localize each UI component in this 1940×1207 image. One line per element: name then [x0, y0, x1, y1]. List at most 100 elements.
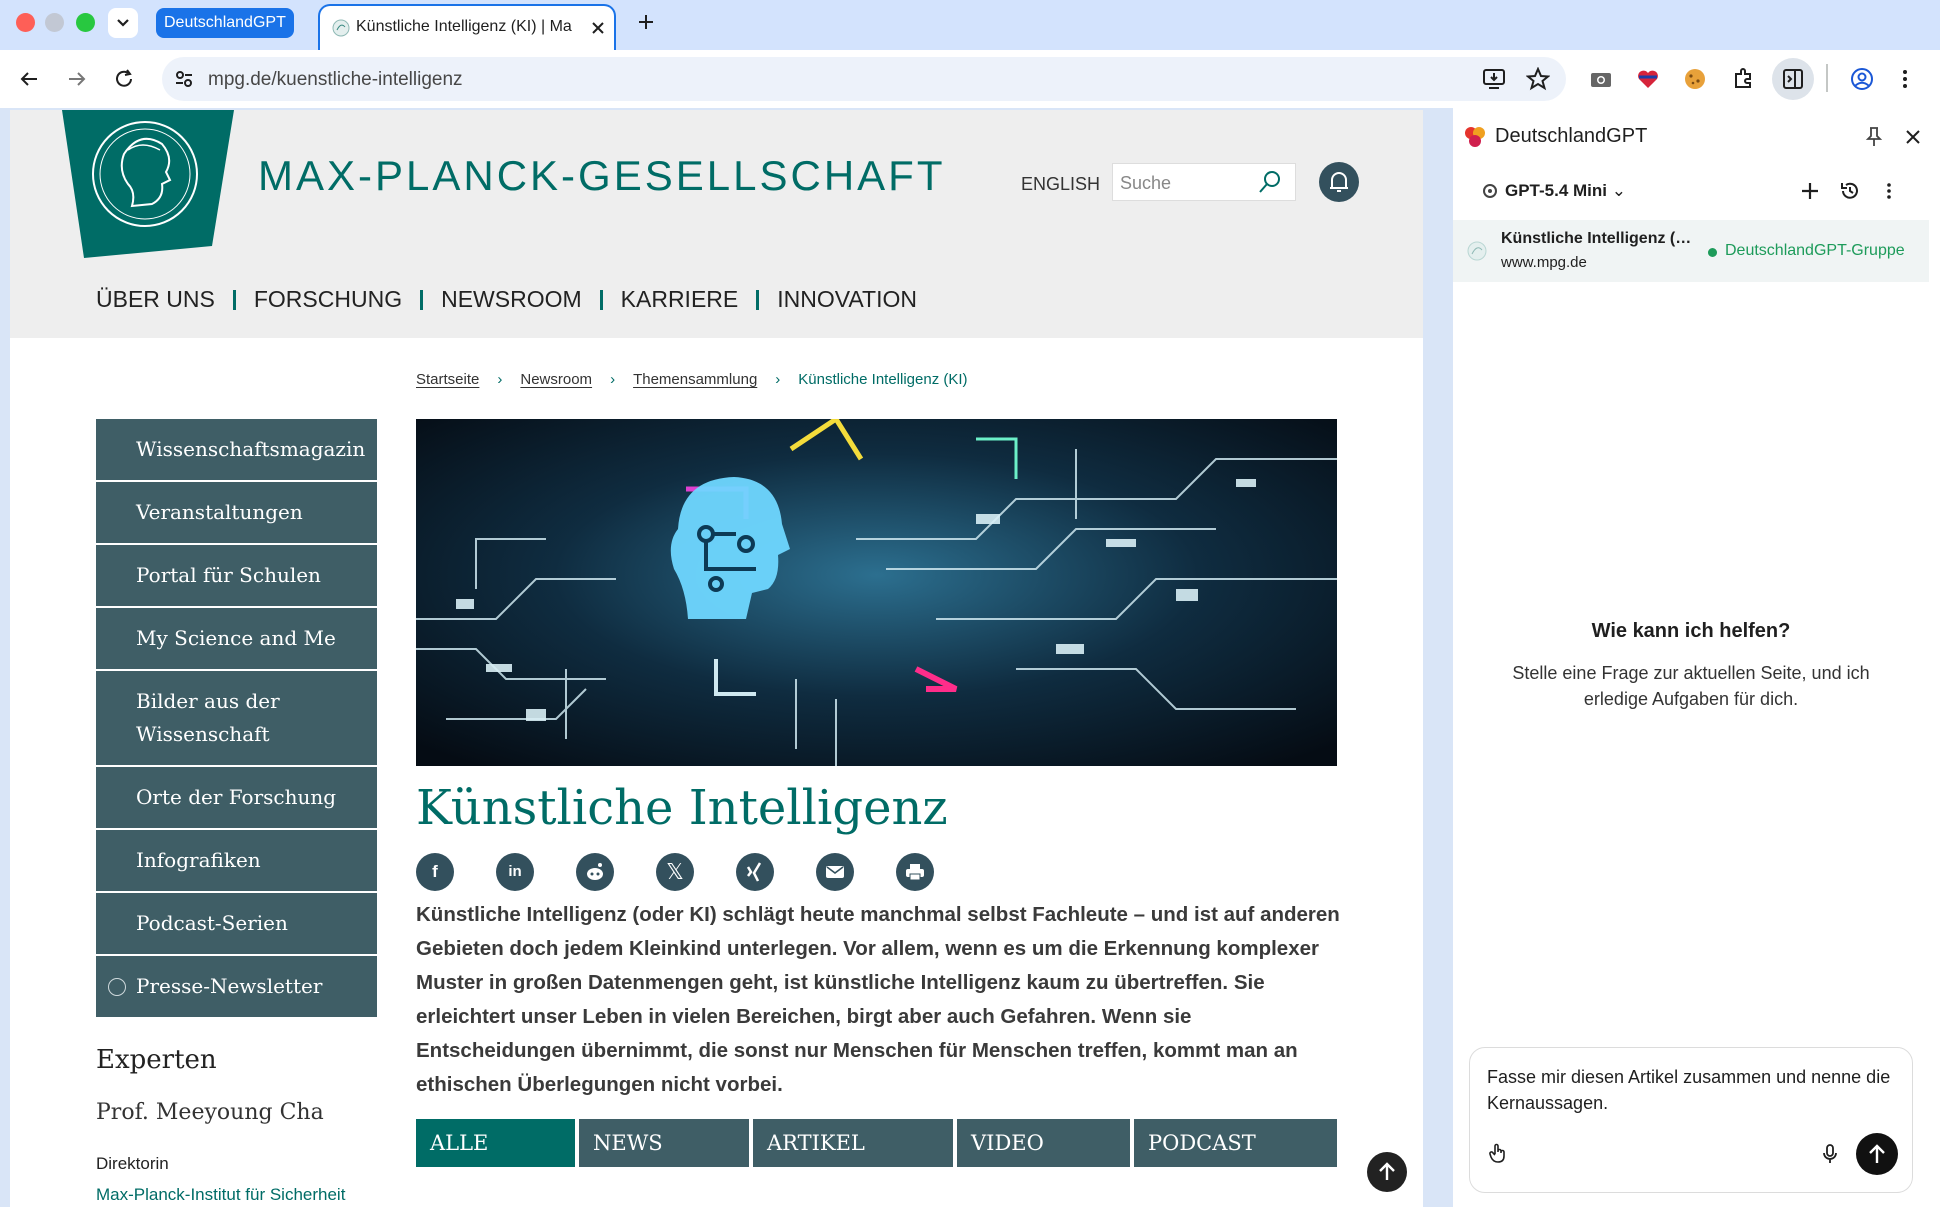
site-settings-icon[interactable] — [174, 69, 194, 89]
bookmark-star-icon[interactable] — [1526, 67, 1550, 91]
heart-extension-icon[interactable] — [1636, 68, 1660, 90]
breadcrumb-newsroom[interactable]: Newsroom — [520, 371, 592, 388]
close-panel-icon[interactable] — [1904, 128, 1922, 146]
sidebar-item-label: Presse-Newsletter — [136, 974, 323, 998]
chevron-down-icon — [117, 19, 129, 27]
browser-tab-strip: DeutschlandGPT Künstliche Intelligenz (K… — [0, 0, 1940, 50]
nav-separator — [232, 290, 236, 310]
notification-bell-button[interactable] — [1319, 162, 1359, 202]
sidebar-item-infografiken[interactable]: Infografiken — [96, 830, 377, 891]
breadcrumb-startseite[interactable]: Startseite — [416, 371, 479, 388]
arrow-up-icon — [1869, 1144, 1885, 1163]
mail-share-button[interactable] — [816, 853, 854, 891]
chevron-down-icon: ⌄ — [1611, 181, 1627, 200]
mpg-favicon-icon — [332, 19, 350, 37]
microphone-icon[interactable] — [1822, 1143, 1838, 1165]
linkedin-share-button[interactable]: in — [496, 853, 534, 891]
reddit-icon — [587, 863, 603, 880]
main-navigation: ÜBER UNS FORSCHUNG NEWSROOM KARRIERE INNOVAT… — [96, 286, 917, 313]
hand-pointer-icon[interactable] — [1488, 1142, 1508, 1164]
send-button[interactable] — [1856, 1133, 1898, 1175]
sidebar-item-portal-schulen[interactable]: Portal für Schulen — [96, 545, 377, 606]
arrow-up-icon — [1379, 1162, 1395, 1180]
help-subtitle: Stelle eine Frage zur aktuellen Seite, u… — [1512, 663, 1870, 709]
external-link-icon — [108, 978, 126, 996]
scroll-to-top-button[interactable] — [1367, 1152, 1407, 1192]
sidebar-item-bilder[interactable]: Bilder aus der Wissenschaft — [96, 671, 377, 765]
nav-item-karriere[interactable]: KARRIERE — [621, 286, 739, 312]
ai-head-circuit-image — [416, 419, 1337, 766]
filter-tab-artikel[interactable]: ARTIKEL — [753, 1119, 953, 1167]
url-path: /kuenstliche-intelligenz — [271, 69, 463, 90]
browser-toolbar: mpg.de/kuenstliche-intelligenz — [0, 50, 1940, 108]
pin-icon[interactable] — [1865, 126, 1883, 148]
cookie-extension-icon[interactable] — [1684, 68, 1706, 90]
nav-item-newsroom[interactable]: NEWSROOM — [441, 286, 582, 312]
sidebar-menu: Wissenschaftsmagazin Veranstaltungen Por… — [96, 419, 377, 1019]
profile-avatar-icon[interactable] — [1850, 67, 1874, 91]
assistant-side-panel: DeutschlandGPT GPT-5.4 Mini ⌄ Künstliche… — [1453, 108, 1940, 1207]
forward-arrow-icon[interactable] — [66, 68, 88, 90]
nav-item-forschung[interactable]: FORSCHUNG — [254, 286, 402, 312]
chat-input-box[interactable]: Fasse mir diesen Artikel zusammen und ne… — [1469, 1047, 1913, 1193]
filter-tab-alle[interactable]: ALLE — [416, 1119, 575, 1167]
search-icon[interactable] — [1257, 169, 1283, 195]
sidebar-item-podcast[interactable]: Podcast-Serien — [96, 893, 377, 954]
camera-extension-icon[interactable] — [1590, 69, 1612, 89]
model-selector[interactable]: GPT-5.4 Mini ⌄ — [1505, 181, 1626, 201]
side-panel-icon — [1783, 69, 1803, 89]
tab-search-button[interactable] — [108, 8, 138, 38]
filter-tab-news[interactable]: NEWS — [579, 1119, 749, 1167]
nav-item-innovation[interactable]: INNOVATION — [777, 286, 917, 312]
print-button[interactable] — [896, 853, 934, 891]
breadcrumb-themensammlung[interactable]: Themensammlung — [633, 371, 757, 388]
mpg-logo[interactable] — [62, 110, 234, 258]
tab-group-label[interactable]: DeutschlandGPT — [156, 8, 294, 38]
install-app-icon[interactable] — [1482, 67, 1506, 91]
linkedin-icon: in — [508, 863, 522, 880]
reload-icon[interactable] — [113, 68, 135, 90]
page-context-card[interactable]: Künstliche Intelligenz (… www.mpg.de Deu… — [1453, 220, 1929, 282]
maximize-window-button[interactable] — [76, 13, 95, 32]
reddit-share-button[interactable] — [576, 853, 614, 891]
site-search-input[interactable]: Suche — [1112, 163, 1296, 201]
sidebar-item-wissenschaftsmagazin[interactable]: Wissenschaftsmagazin — [96, 419, 377, 480]
model-gear-icon — [1483, 184, 1497, 198]
sidebar-item-orte[interactable]: Orte der Forschung — [96, 767, 377, 828]
facebook-share-button[interactable]: f — [416, 853, 454, 891]
expert-name: Prof. Meeyoung Cha — [96, 1100, 324, 1125]
history-icon[interactable] — [1839, 180, 1861, 202]
language-switch-link[interactable]: ENGLISH — [1021, 174, 1100, 195]
help-title: Wie kann ich helfen? — [1591, 620, 1791, 642]
x-share-button[interactable]: 𝕏 — [656, 853, 694, 891]
url-domain: mpg.de — [208, 69, 272, 90]
minimize-window-button[interactable] — [45, 13, 64, 32]
sidebar-item-veranstaltungen[interactable]: Veranstaltungen — [96, 482, 377, 543]
panel-menu-icon[interactable] — [1885, 182, 1893, 200]
extensions-puzzle-icon[interactable] — [1732, 66, 1756, 90]
experts-heading: Experten — [96, 1045, 217, 1075]
context-group-badge: DeutschlandGPT-Gruppe — [1725, 242, 1905, 259]
xing-share-button[interactable] — [736, 853, 774, 891]
back-arrow-icon[interactable] — [18, 68, 40, 90]
close-window-button[interactable] — [16, 13, 35, 32]
filter-tab-podcast[interactable]: PODCAST — [1134, 1119, 1337, 1167]
new-chat-plus-icon[interactable] — [1799, 180, 1821, 202]
new-tab-icon[interactable] — [636, 12, 656, 32]
active-tab[interactable]: Künstliche Intelligenz (KI) | Max-Planck… — [318, 4, 616, 50]
site-brand-title[interactable]: MAX-PLANCK-GESELLSCHAFT — [258, 152, 945, 200]
nav-item-ueber-uns[interactable]: ÜBER UNS — [96, 286, 215, 312]
context-page-site: www.mpg.de — [1501, 254, 1587, 271]
sidebar-item-newsletter[interactable]: Presse-Newsletter — [96, 956, 377, 1017]
expert-institute-link[interactable]: Max-Planck-Institut für Sicherheit — [96, 1185, 345, 1205]
search-placeholder: Suche — [1120, 173, 1172, 193]
hero-image — [416, 419, 1337, 766]
side-panel-toggle-button[interactable] — [1772, 58, 1814, 100]
chat-input-text[interactable]: Fasse mir diesen Artikel zusammen und ne… — [1487, 1064, 1897, 1116]
close-tab-icon[interactable] — [590, 20, 606, 36]
filter-tab-video[interactable]: VIDEO — [957, 1119, 1130, 1167]
browser-menu-icon[interactable] — [1900, 68, 1910, 90]
sidebar-item-my-science[interactable]: My Science and Me — [96, 608, 377, 669]
x-icon: 𝕏 — [666, 859, 684, 884]
address-bar[interactable]: mpg.de/kuenstliche-intelligenz — [162, 57, 1566, 101]
